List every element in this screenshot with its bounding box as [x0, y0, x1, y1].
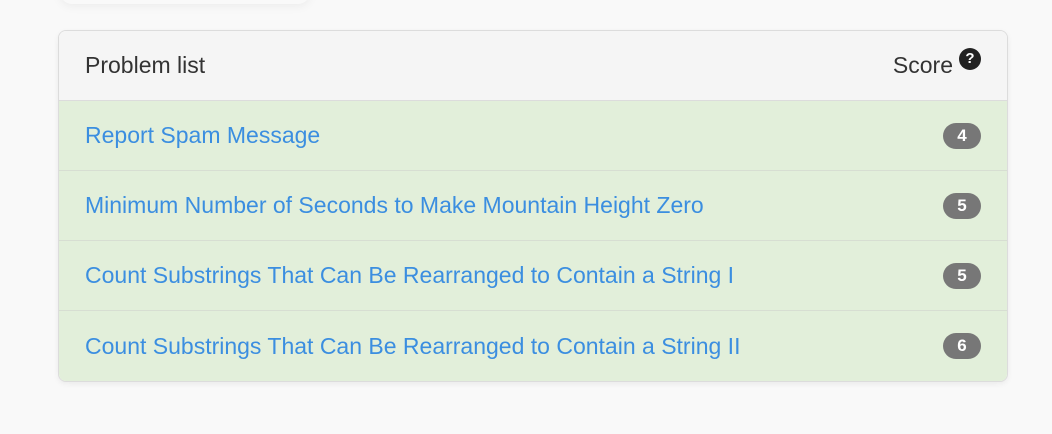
problem-link[interactable]: Minimum Number of Seconds to Make Mounta…	[85, 192, 704, 219]
panel-header: Problem list Score ?	[59, 31, 1007, 101]
panel-title: Problem list	[85, 52, 206, 78]
problem-link[interactable]: Count Substrings That Can Be Rearranged …	[85, 262, 734, 289]
score-badge: 4	[943, 122, 981, 149]
top-card-edge	[60, 0, 310, 4]
problem-row: Minimum Number of Seconds to Make Mounta…	[59, 171, 1007, 241]
question-circle-icon[interactable]: ?	[959, 47, 981, 70]
problem-row: Count Substrings That Can Be Rearranged …	[59, 311, 1007, 381]
score-badge: 6	[943, 333, 981, 359]
problem-row: Report Spam Message 4	[59, 101, 1007, 171]
score-header: Score ?	[892, 47, 981, 79]
problem-row: Count Substrings That Can Be Rearranged …	[59, 241, 1007, 311]
problem-link[interactable]: Report Spam Message	[85, 122, 320, 149]
problem-list-panel: Problem list Score ? Report Spam Message…	[58, 30, 1008, 382]
score-label: Score	[892, 52, 953, 78]
score-badge: 5	[943, 192, 981, 219]
score-badge: 5	[943, 262, 981, 289]
problem-link[interactable]: Count Substrings That Can Be Rearranged …	[85, 333, 740, 360]
